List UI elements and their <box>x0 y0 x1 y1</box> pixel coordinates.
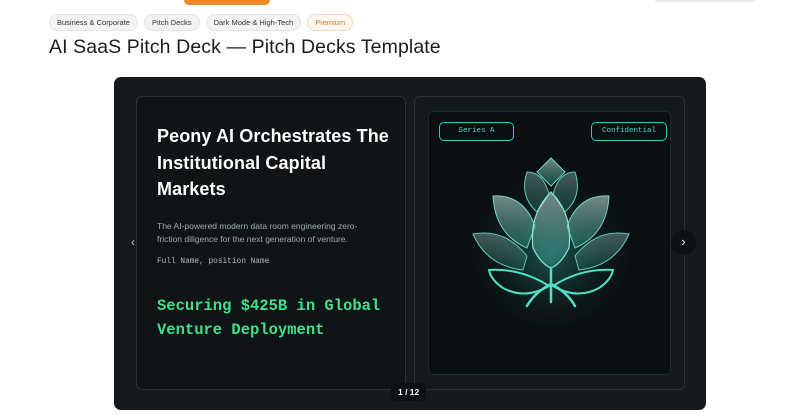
top-right-divider <box>655 0 755 2</box>
slide-headline: Peony AI Orchestrates The Institutional … <box>157 126 389 199</box>
page-title: AI SaaS Pitch Deck — Pitch Decks Templat… <box>49 36 441 58</box>
badge-confidential: Confidential <box>591 122 667 141</box>
tag-dark-mode-high-tech[interactable]: Dark Mode & High-Tech <box>205 14 302 31</box>
slide-right-panel: Series A Confidential <box>414 96 685 390</box>
top-accent-bar <box>184 0 270 5</box>
slide-callout: Securing $425B in Global Venture Deploym… <box>157 297 381 339</box>
tag-pitch-decks[interactable]: Pitch Decks <box>143 14 200 31</box>
slide-visual-card: Series A Confidential <box>428 111 671 375</box>
tag-premium[interactable]: Premium <box>307 14 354 31</box>
next-slide-button[interactable]: › <box>671 230 696 255</box>
tag-business-corporate[interactable]: Business & Corporate <box>49 14 138 31</box>
slide-description: The AI-powered modern data room engineer… <box>157 221 358 244</box>
slide-person: Full Name, position Name <box>157 258 270 266</box>
chevron-right-icon: › <box>681 234 686 249</box>
slide-viewer: Peony AI Orchestrates The Institutional … <box>114 77 706 410</box>
badge-series: Series A <box>439 122 514 141</box>
tag-list: Business & Corporate Pitch Decks Dark Mo… <box>49 14 354 31</box>
slide-left-panel: Peony AI Orchestrates The Institutional … <box>136 96 406 390</box>
lotus-icon <box>471 157 631 325</box>
chevron-left-icon[interactable]: ‹ <box>131 235 135 249</box>
slide-pager: 1 / 12 <box>391 383 427 401</box>
